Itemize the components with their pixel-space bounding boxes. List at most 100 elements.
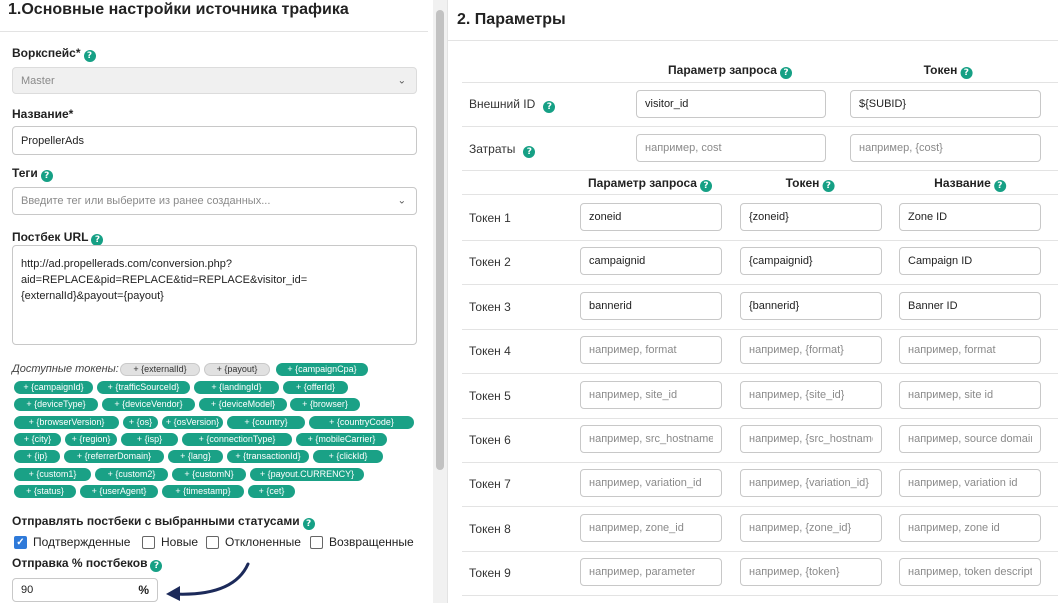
statuses-label: Отправлять постбеки с выбранными статуса… — [12, 514, 315, 530]
token-name-input[interactable]: например, zone id — [899, 514, 1041, 542]
status-confirmed[interactable]: ✓ Подтвержденные — [14, 535, 130, 549]
token-field-placeholder: например, {variation_id} — [749, 477, 869, 489]
help-icon[interactable]: ? — [543, 101, 556, 113]
token-chip[interactable]: + {country} — [227, 416, 305, 429]
token-chip[interactable]: + {trafficSourceId} — [97, 381, 190, 394]
token-field-value: campaignid — [589, 255, 646, 267]
status-rejected[interactable]: Отклоненные — [206, 535, 301, 549]
status-returned[interactable]: Возвращенные — [310, 535, 414, 549]
token-name-input[interactable]: Banner ID — [899, 292, 1041, 320]
token-chip[interactable]: + {city} — [14, 433, 61, 446]
token-chip[interactable]: + {userAgent} — [80, 485, 158, 498]
token-token-input[interactable]: например, {format} — [740, 336, 882, 364]
token-chip[interactable]: + {osVersion} — [162, 416, 223, 429]
external-id-token-value: ${SUBID} — [859, 98, 907, 110]
chevron-down-icon[interactable]: ⌄ — [398, 196, 406, 207]
token-chip[interactable]: + {payout} — [204, 363, 270, 376]
checkbox[interactable] — [310, 535, 323, 549]
token-chip[interactable]: + {mobileCarrier} — [296, 433, 387, 446]
token-row-label: Токен 9 — [469, 566, 511, 580]
name-input[interactable]: PropellerAds — [12, 126, 417, 155]
token-param-input[interactable]: например, zone_id — [580, 514, 722, 542]
token-param-input[interactable]: например, format — [580, 336, 722, 364]
token-chip[interactable]: + {timestamp} — [162, 485, 244, 498]
external-id-param-input[interactable]: visitor_id — [636, 90, 826, 118]
token-row-label: Токен 3 — [469, 300, 511, 314]
help-icon[interactable]: ? — [960, 67, 973, 79]
checkbox[interactable] — [206, 535, 219, 549]
checkbox-checked[interactable]: ✓ — [14, 535, 27, 549]
tags-input[interactable]: Введите тег или выберите из ранее создан… — [12, 187, 417, 215]
token-chip[interactable]: + {payout.CURRENCY} — [250, 468, 364, 481]
token-chip[interactable]: + {cet} — [248, 485, 295, 498]
token-name-input[interactable]: например, variation id — [899, 469, 1041, 497]
token-chip[interactable]: + {externalId} — [120, 363, 200, 376]
token-name-input[interactable]: например, source domain — [899, 425, 1041, 453]
token-chip[interactable]: + {campaignCpa} — [276, 363, 368, 376]
checkbox[interactable] — [142, 535, 155, 549]
token-chip[interactable]: + {custom2} — [95, 468, 168, 481]
token-param-input[interactable]: zoneid — [580, 203, 722, 231]
token-chip[interactable]: + {customN} — [172, 468, 246, 481]
token-chip[interactable]: + {custom1} — [14, 468, 91, 481]
token-chip[interactable]: + {deviceType} — [14, 398, 98, 411]
token-row-label: Токен 7 — [469, 477, 511, 491]
token-chip[interactable]: + {referrerDomain} — [64, 450, 164, 463]
scrollbar-thumb[interactable] — [436, 10, 444, 470]
token-param-input[interactable]: bannerid — [580, 292, 722, 320]
token-name-input[interactable]: например, format — [899, 336, 1041, 364]
percent-input[interactable]: 90 % — [12, 578, 158, 602]
token-chip[interactable]: + {offerId} — [283, 381, 348, 394]
token-chip[interactable]: + {status} — [14, 485, 76, 498]
token-chip[interactable]: + {landingId} — [194, 381, 279, 394]
help-icon[interactable]: ? — [40, 170, 53, 182]
token-name-input[interactable]: Campaign ID — [899, 247, 1041, 275]
token-chip[interactable]: + {os} — [123, 416, 158, 429]
token-chip[interactable]: + {deviceVendor} — [102, 398, 195, 411]
token-chip[interactable]: + {browser} — [290, 398, 360, 411]
token-token-input[interactable]: {campaignid} — [740, 247, 882, 275]
token-chip[interactable]: + {connectionType} — [182, 433, 292, 446]
token-param-input[interactable]: например, variation_id — [580, 469, 722, 497]
postback-textarea[interactable]: http://ad.propellerads.com/conversion.ph… — [12, 245, 417, 345]
help-icon[interactable]: ? — [699, 180, 712, 192]
row-divider — [462, 194, 1058, 195]
token-chip[interactable]: + {isp} — [121, 433, 178, 446]
token-token-input[interactable]: например, {zone_id} — [740, 514, 882, 542]
token-chip[interactable]: + {browserVersion} — [14, 416, 119, 429]
token-param-input[interactable]: например, src_hostname — [580, 425, 722, 453]
token-token-input[interactable]: например, {site_id} — [740, 381, 882, 409]
token-token-input[interactable]: {bannerid} — [740, 292, 882, 320]
token-name-input[interactable]: Zone ID — [899, 203, 1041, 231]
token-row-label: Токен 6 — [469, 433, 511, 447]
token-param-input[interactable]: например, parameter — [580, 558, 722, 586]
token-param-input[interactable]: например, site_id — [580, 381, 722, 409]
row-divider — [462, 284, 1058, 285]
token-token-input[interactable]: {zoneid} — [740, 203, 882, 231]
token-chip[interactable]: + {ip} — [14, 450, 60, 463]
token-token-input[interactable]: например, {src_hostname} — [740, 425, 882, 453]
token-chip[interactable]: + {clickId} — [313, 450, 383, 463]
external-id-token-input[interactable]: ${SUBID} — [850, 90, 1041, 118]
costs-token-input[interactable]: например, {cost} — [850, 134, 1041, 162]
help-icon[interactable]: ? — [302, 518, 315, 530]
token-chip[interactable]: + {region} — [65, 433, 117, 446]
help-icon[interactable]: ? — [779, 67, 792, 79]
token-param-input[interactable]: campaignid — [580, 247, 722, 275]
help-icon[interactable]: ? — [523, 146, 536, 158]
help-icon[interactable]: ? — [993, 180, 1006, 192]
token-chip[interactable]: + {transactionId} — [227, 450, 309, 463]
help-icon[interactable]: ? — [822, 180, 835, 192]
token-chip[interactable]: + {lang} — [168, 450, 223, 463]
token-name-input[interactable]: например, site id — [899, 381, 1041, 409]
token-chip[interactable]: + {deviceModel} — [199, 398, 287, 411]
token-chip[interactable]: + {campaignId} — [14, 381, 93, 394]
help-icon[interactable]: ? — [83, 50, 96, 62]
token-field-placeholder: например, zone_id — [589, 522, 684, 534]
token-token-input[interactable]: например, {variation_id} — [740, 469, 882, 497]
status-new[interactable]: Новые — [142, 535, 198, 549]
token-token-input[interactable]: например, {token} — [740, 558, 882, 586]
token-name-input[interactable]: например, token descriptio — [899, 558, 1041, 586]
costs-param-input[interactable]: например, cost — [636, 134, 826, 162]
token-chip[interactable]: + {countryCode} — [309, 416, 414, 429]
